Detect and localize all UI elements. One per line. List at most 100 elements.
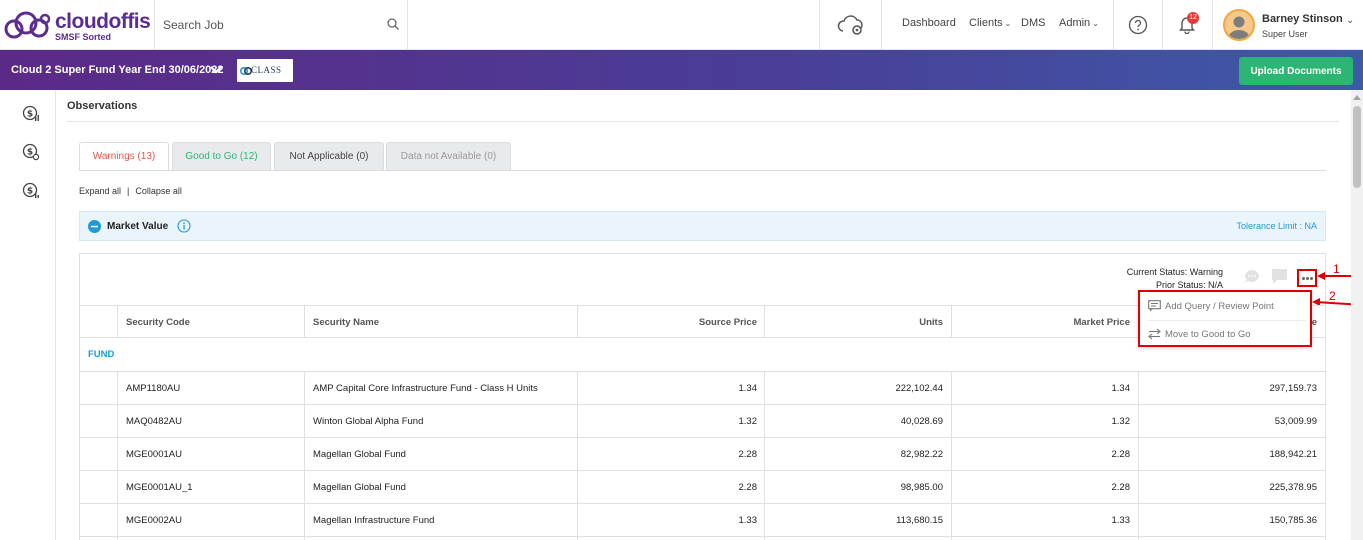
cell-security-code: MGE0002AU [126,515,182,526]
prior-status: Prior Status: N/A [1155,280,1223,290]
dollar-settings-icon[interactable]: $ [22,143,40,161]
market-value-section-header[interactable]: Market Value Tolerance Limit : NA [79,211,1326,241]
divider [79,170,1326,171]
cell-security-name: AMP Capital Core Infrastructure Fund - C… [313,383,538,394]
annotation-label-1: 1 [1333,262,1340,276]
cell-units: 40,028.69 [900,416,943,427]
search-icon[interactable] [386,17,400,31]
divider [1148,320,1306,321]
more-options-button[interactable] [1297,269,1317,287]
tolerance-limit: Tolerance Limit : NA [1236,221,1317,231]
tab-not-applicable[interactable]: Not Applicable (0) [274,142,384,171]
cell-market-value: 188,942.21 [1269,449,1317,460]
nav-admin-label: Admin [1059,17,1091,29]
add-query-label: Add Query / Review Point [1165,301,1274,312]
column-divider [764,372,765,540]
collapse-minus-icon[interactable] [88,220,101,233]
cell-units: 98,985.00 [900,482,943,493]
scrollbar-thumb[interactable] [1353,106,1361,188]
group-label: FUND [88,349,115,360]
tab-warnings[interactable]: Warnings (13) [79,142,169,171]
notification-badge: 12 [1187,12,1199,24]
header-security-name[interactable]: Security Name [313,317,379,328]
user-menu-chevron-icon[interactable]: ⌄ [1346,15,1354,26]
add-query-menu-item[interactable]: Add Query / Review Point [1148,296,1306,318]
cell-source-price: 1.32 [738,416,758,427]
cloud-settings-icon[interactable] [836,13,866,37]
cell-security-name: Magellan Global Fund [313,449,406,460]
nav-dashboard[interactable]: Dashboard [902,17,956,29]
cell-source-price: 2.28 [738,482,758,493]
cell-market-price: 1.34 [1111,383,1131,394]
chevron-down-icon: ⌄ [1092,19,1099,28]
nav-dms[interactable]: DMS [1021,17,1045,29]
cell-source-price: 1.34 [738,383,758,394]
cell-units: 222,102.44 [895,383,943,394]
separator: | [127,186,130,196]
dollar-chart-icon[interactable]: $ [22,105,40,123]
cell-market-value: 150,785.36 [1269,515,1317,526]
scroll-up-arrow-icon[interactable] [1353,94,1361,100]
chevron-down-icon: ⌄ [1004,19,1012,28]
comment-icon[interactable] [1271,268,1288,285]
section-title: Market Value [107,221,169,232]
expand-all-link[interactable]: Expand all [79,186,121,196]
cell-market-value: 225,378.95 [1269,482,1317,493]
divider [1212,0,1213,50]
nav-clients[interactable]: Clients ⌄ [969,17,1011,29]
user-role: Super User [1262,29,1308,39]
header-units[interactable]: Units [764,317,943,328]
divider [154,0,155,50]
cell-security-code: MGE0001AU_1 [126,482,193,493]
divider [881,0,882,50]
cloudoffis-logo[interactable]: cloudoffis SMSF Sorted [4,8,154,42]
class-logo-text: CLASS [251,65,282,75]
column-divider [117,305,118,338]
nav-clients-label: Clients [969,17,1003,29]
move-to-good-to-go-menu-item[interactable]: Move to Good to Go [1148,324,1306,346]
move-to-good-to-go-label: Move to Good to Go [1165,329,1251,340]
top-bar: cloudoffis SMSF Sorted Dashboard Clients… [0,0,1363,50]
dot-icon [1310,277,1313,280]
page-title: Observations [67,100,138,112]
user-name[interactable]: Barney Stinson [1262,13,1343,25]
tab-data-not-available[interactable]: Data not Available (0) [386,142,511,171]
chat-bubble-icon[interactable] [1243,268,1261,286]
column-divider [951,372,952,540]
cell-market-value: 297,159.73 [1269,383,1317,394]
divider [1113,0,1114,50]
avatar[interactable] [1223,9,1255,41]
collapse-all-link[interactable]: Collapse all [135,186,182,196]
divider [407,0,408,50]
cell-market-price: 2.28 [1111,449,1131,460]
column-divider [117,372,118,540]
expand-collapse-controls: Expand all | Collapse all [79,186,182,196]
cell-security-code: MGE0001AU [126,449,182,460]
info-icon[interactable] [177,219,191,233]
header-source-price[interactable]: Source Price [577,317,757,328]
query-icon [1148,300,1161,312]
cell-source-price: 1.33 [738,515,758,526]
column-divider [951,305,952,338]
left-sidebar: $ $ $ [0,90,56,540]
search-job-input[interactable] [163,14,383,36]
logo-text: cloudoffis [55,10,151,33]
fund-selector[interactable]: Cloud 2 Super Fund Year End 30/06/2022 [11,64,224,76]
cell-units: 82,982.22 [900,449,943,460]
nav-admin[interactable]: Admin ⌄ [1059,17,1099,29]
divider [1162,0,1163,50]
dot-icon [1306,277,1309,280]
dollar-report-icon[interactable]: $ [22,182,40,200]
chevron-down-icon[interactable] [209,63,223,77]
tab-good-to-go[interactable]: Good to Go (12) [172,142,271,171]
cell-security-code: AMP1180AU [126,383,181,394]
svg-text:$: $ [27,187,33,197]
header-security-code[interactable]: Security Code [126,317,190,328]
dot-icon [1302,277,1305,280]
upload-documents-button[interactable]: Upload Documents [1239,57,1353,85]
cell-market-price: 2.28 [1111,482,1131,493]
help-icon[interactable] [1128,15,1148,35]
cell-market-value: 53,009.99 [1274,416,1317,427]
header-market-price[interactable]: Market Price [950,317,1130,328]
cell-security-code: MAQ0482AU [126,416,182,427]
